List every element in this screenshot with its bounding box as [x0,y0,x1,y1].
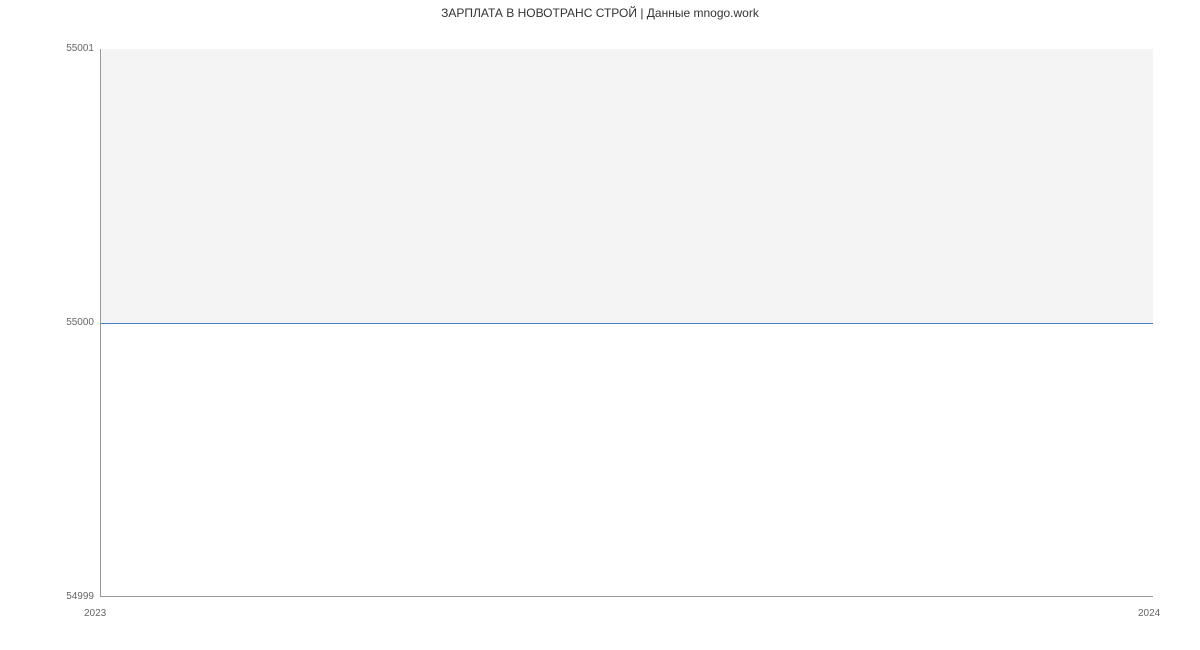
x-axis-tick: 2023 [84,608,106,619]
chart-title: ЗАРПЛАТА В НОВОТРАНС СТРОЙ | Данные mnog… [0,6,1200,20]
plot-background-upper [101,49,1153,323]
plot-background-lower [101,323,1153,597]
y-axis-tick: 54999 [44,592,94,602]
plot-area [100,49,1153,597]
y-axis-tick: 55001 [44,44,94,54]
x-axis-tick: 2024 [1138,608,1160,619]
y-axis-tick: 55000 [44,318,94,328]
salary-chart: ЗАРПЛАТА В НОВОТРАНС СТРОЙ | Данные mnog… [0,0,1200,650]
data-line [101,323,1153,324]
